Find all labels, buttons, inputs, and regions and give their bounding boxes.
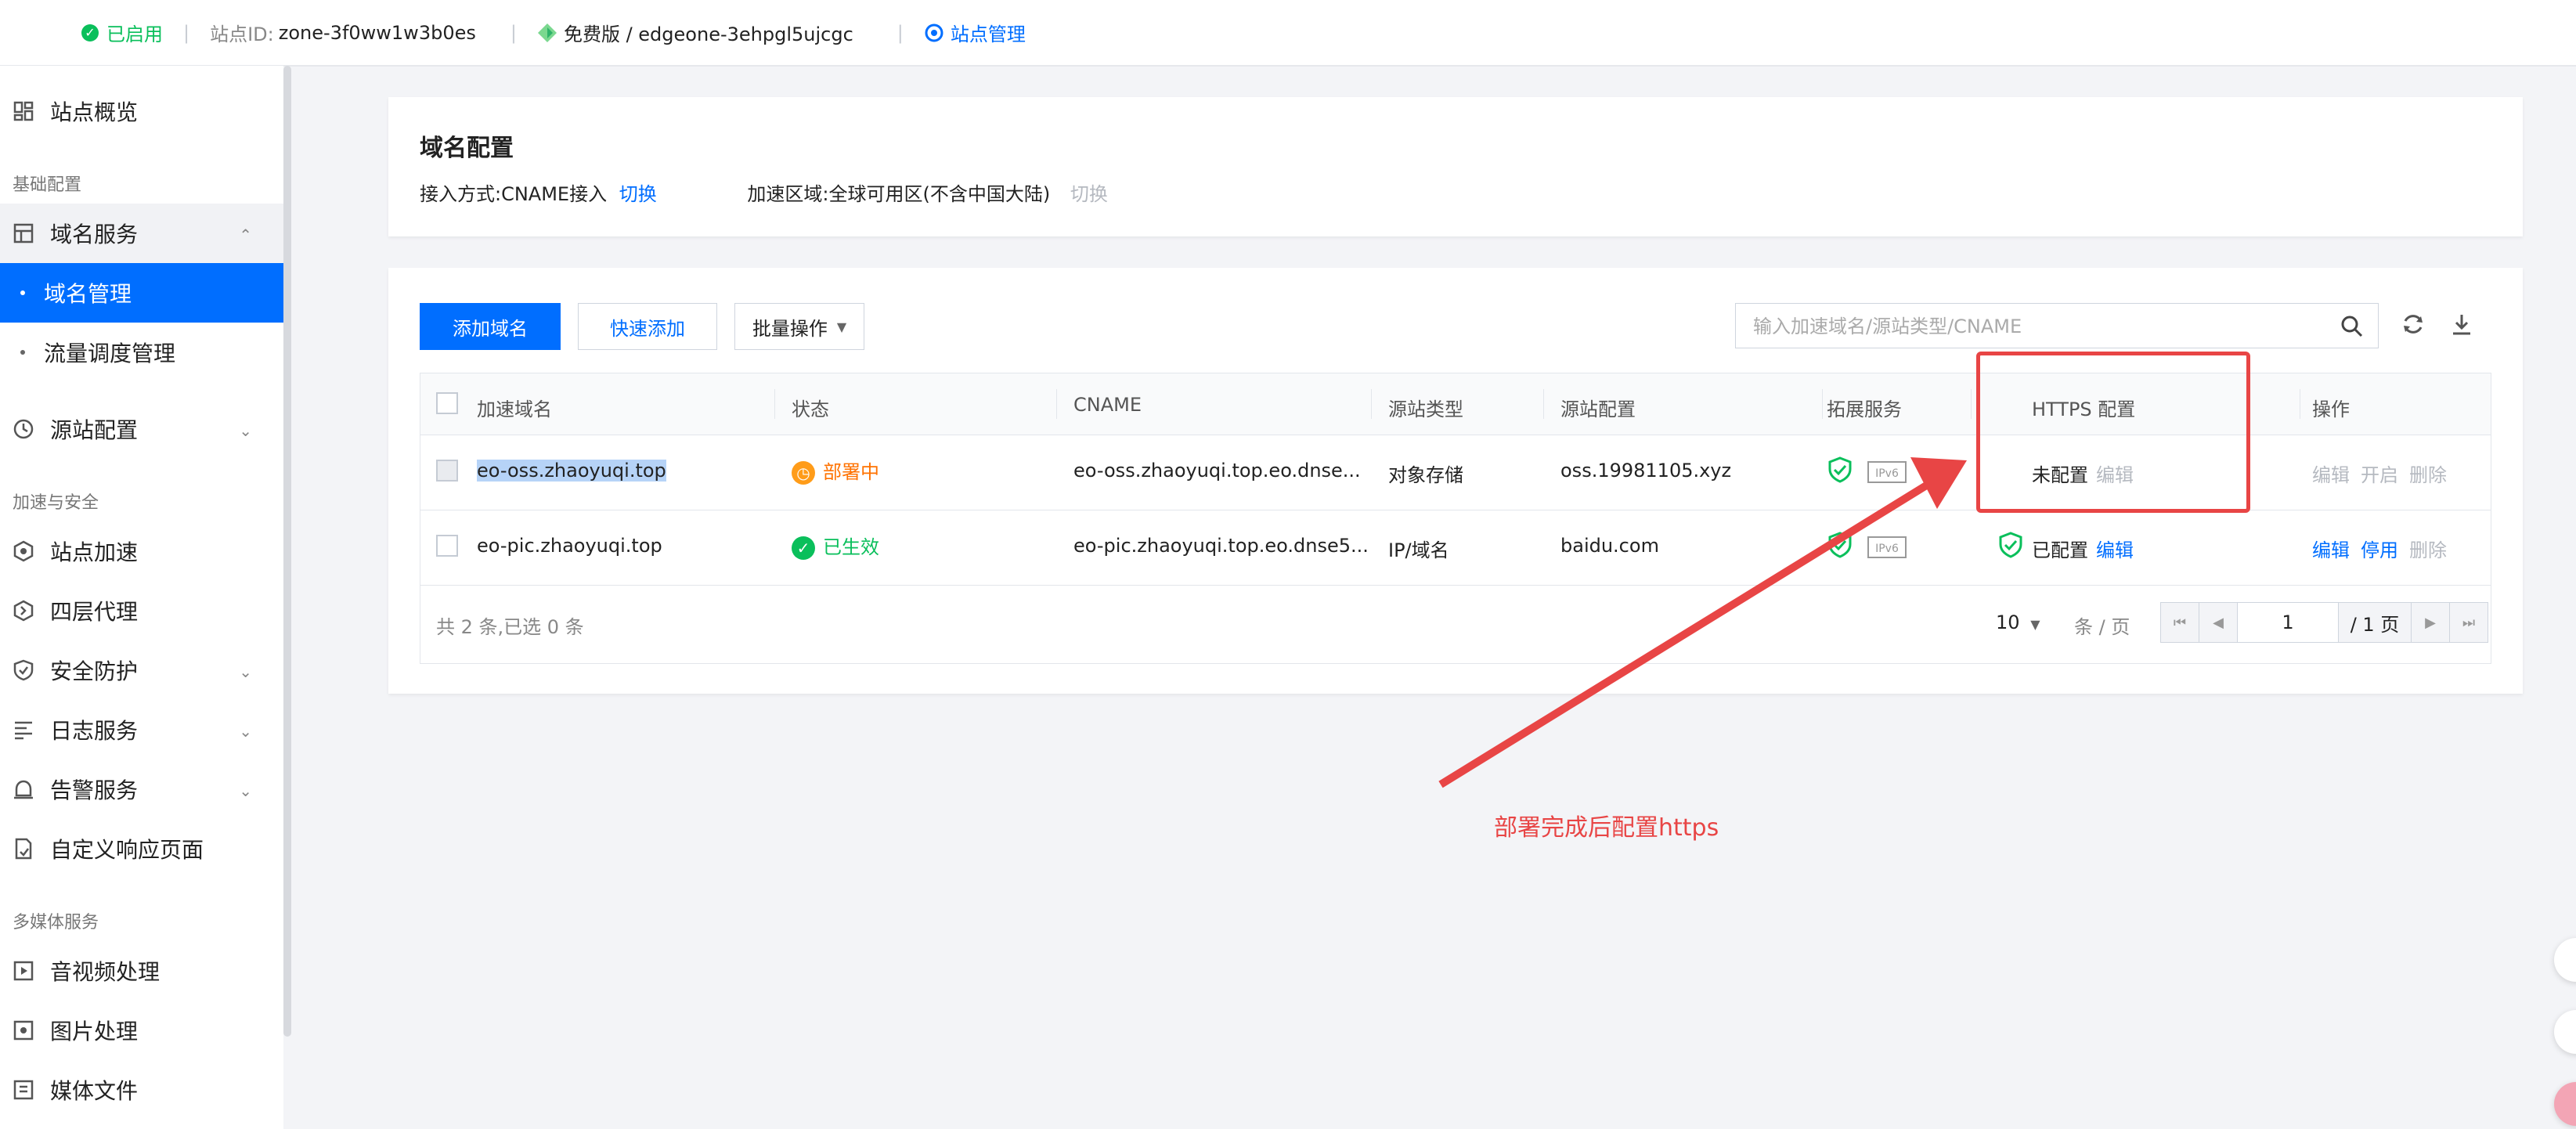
annotation-arrow (1438, 457, 1967, 788)
annotation-text: 部署完成后配置https (1494, 814, 1719, 842)
